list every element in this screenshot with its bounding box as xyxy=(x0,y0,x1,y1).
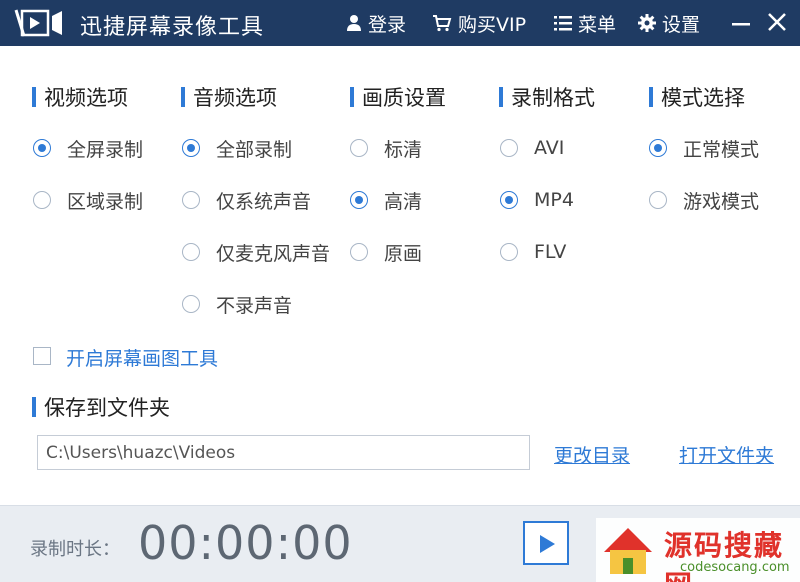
option-label: 正常模式 xyxy=(683,138,760,161)
audio-options-title: 音频选项 xyxy=(193,86,277,110)
mode-title: 模式选择 xyxy=(661,86,745,110)
login-label: 登录 xyxy=(368,13,407,36)
radio-button[interactable] xyxy=(649,139,667,157)
audio-options-header: 音频选项 xyxy=(181,84,277,110)
radio-button[interactable] xyxy=(350,139,368,157)
radio-button[interactable] xyxy=(500,139,518,157)
option-label: FLV xyxy=(534,241,567,263)
radio-button[interactable] xyxy=(350,243,368,261)
minimize-icon[interactable] xyxy=(730,14,752,34)
settings-label: 设置 xyxy=(662,13,701,36)
video-options-title: 视频选项 xyxy=(44,86,128,110)
settings-button[interactable]: 设置 xyxy=(638,10,700,36)
start-recording-button[interactable] xyxy=(523,521,569,565)
format-option-flv[interactable]: FLV xyxy=(500,240,566,264)
user-icon xyxy=(347,15,361,31)
option-label: 仅麦克风声音 xyxy=(216,242,331,265)
app-title: 迅捷屏幕录像工具 xyxy=(80,15,265,40)
section-marker xyxy=(499,87,503,107)
title-bar: 迅捷屏幕录像工具 登录 购买VIP 菜单 设置 xyxy=(0,0,800,46)
section-marker xyxy=(350,87,354,107)
radio-button[interactable] xyxy=(182,243,200,261)
video-option-region[interactable]: 区域录制 xyxy=(33,188,144,213)
radio-button[interactable] xyxy=(182,295,200,313)
section-marker xyxy=(32,87,36,107)
duration-value: 00:00:00 xyxy=(138,516,353,570)
format-option-mp4[interactable]: MP4 xyxy=(500,188,574,212)
radio-button[interactable] xyxy=(500,243,518,261)
audio-option-all[interactable]: 全部录制 xyxy=(182,136,293,161)
close-icon[interactable] xyxy=(766,11,788,33)
radio-button[interactable] xyxy=(33,191,51,209)
quality-option-hd[interactable]: 高清 xyxy=(350,188,423,213)
save-path-input[interactable] xyxy=(37,435,530,470)
save-folder-title: 保存到文件夹 xyxy=(44,396,170,420)
section-marker xyxy=(32,397,36,417)
radio-button[interactable] xyxy=(182,191,200,209)
audio-option-system[interactable]: 仅系统声音 xyxy=(182,188,312,213)
radio-button[interactable] xyxy=(500,191,518,209)
option-label: 仅系统声音 xyxy=(216,190,312,213)
quality-option-original[interactable]: 原画 xyxy=(350,240,423,265)
section-marker xyxy=(181,87,185,107)
mode-option-normal[interactable]: 正常模式 xyxy=(649,136,760,161)
quality-settings-title: 画质设置 xyxy=(362,86,446,110)
quality-settings-header: 画质设置 xyxy=(350,84,446,110)
radio-button[interactable] xyxy=(33,139,51,157)
option-label: MP4 xyxy=(534,189,574,211)
watermark-subtext: codesocang.com xyxy=(680,560,790,575)
mode-header: 模式选择 xyxy=(649,84,745,110)
buy-vip-label: 购买VIP xyxy=(458,13,527,36)
app-logo-icon xyxy=(14,9,62,37)
option-label: 不录声音 xyxy=(216,294,293,317)
radio-button[interactable] xyxy=(649,191,667,209)
option-label: 全部录制 xyxy=(216,138,293,161)
quality-option-sd[interactable]: 标清 xyxy=(350,136,423,161)
video-options-header: 视频选项 xyxy=(32,84,128,110)
menu-button[interactable]: 菜单 xyxy=(554,10,616,36)
buy-vip-button[interactable]: 购买VIP xyxy=(432,10,526,36)
format-header: 录制格式 xyxy=(499,84,595,110)
menu-label: 菜单 xyxy=(578,13,617,36)
radio-button[interactable] xyxy=(182,139,200,157)
duration-label: 录制时长： xyxy=(30,539,120,560)
drawing-tool-checkbox[interactable] xyxy=(33,347,51,365)
section-marker xyxy=(649,87,653,107)
menu-icon xyxy=(554,16,572,31)
audio-option-mic[interactable]: 仅麦克风声音 xyxy=(182,240,331,265)
change-directory-link[interactable]: 更改目录 xyxy=(554,441,630,468)
login-button[interactable]: 登录 xyxy=(346,10,406,36)
option-label: 高清 xyxy=(384,190,423,213)
format-option-avi[interactable]: AVI xyxy=(500,136,564,160)
option-label: AVI xyxy=(534,137,565,159)
save-folder-header: 保存到文件夹 xyxy=(32,392,170,422)
cart-icon xyxy=(433,15,452,32)
gear-icon xyxy=(638,14,656,32)
audio-option-none[interactable]: 不录声音 xyxy=(182,292,293,317)
option-label: 原画 xyxy=(384,242,423,265)
format-title: 录制格式 xyxy=(511,86,595,110)
play-icon xyxy=(540,535,555,553)
open-folder-link[interactable]: 打开文件夹 xyxy=(679,441,774,468)
drawing-tool-label[interactable]: 开启屏幕画图工具 xyxy=(66,344,218,371)
option-label: 游戏模式 xyxy=(683,190,760,213)
radio-button[interactable] xyxy=(350,191,368,209)
option-label: 全屏录制 xyxy=(67,138,144,161)
option-label: 区域录制 xyxy=(67,190,144,213)
video-option-fullscreen[interactable]: 全屏录制 xyxy=(33,136,144,161)
mode-option-game[interactable]: 游戏模式 xyxy=(649,188,760,213)
option-label: 标清 xyxy=(384,138,423,161)
